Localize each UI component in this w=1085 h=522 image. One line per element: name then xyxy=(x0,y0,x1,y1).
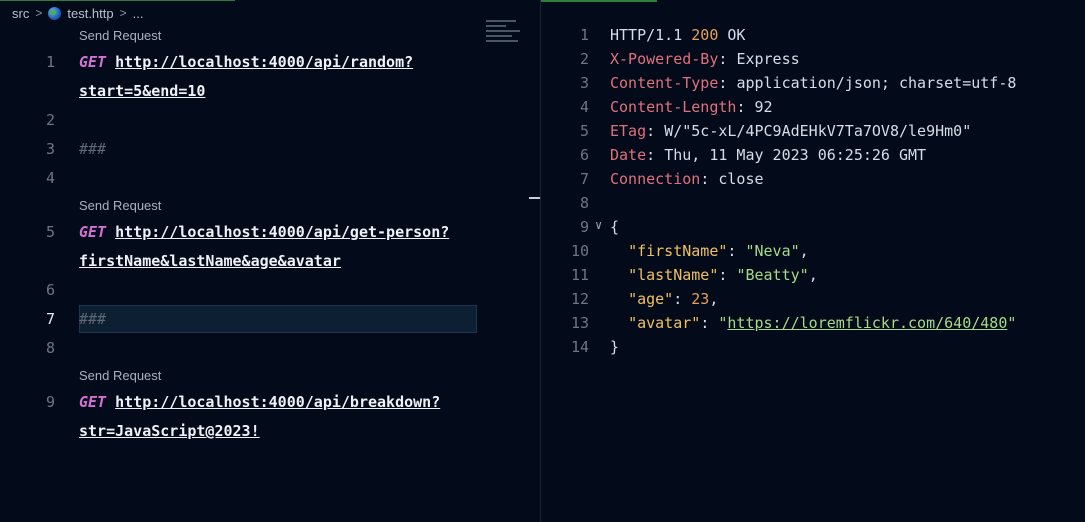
request-line: GET http://localhost:4000/api/random? xyxy=(79,53,413,71)
send-request-link[interactable]: Send Request xyxy=(79,28,161,43)
send-request-link[interactable]: Send Request xyxy=(79,198,161,213)
request-url-query[interactable]: start=5&end=10 xyxy=(79,82,205,100)
line-number: 4 xyxy=(45,169,55,187)
line-number: 1 xyxy=(579,26,589,44)
line-number: 6 xyxy=(579,146,589,164)
line-number-active: 7 xyxy=(45,310,55,328)
request-separator[interactable]: ### xyxy=(79,310,106,328)
json-comma: , xyxy=(808,266,818,284)
json-key: "age" xyxy=(628,290,674,308)
chevron-right-icon: > xyxy=(119,6,127,20)
header-key: Date xyxy=(610,146,647,164)
request-line: GET http://localhost:4000/api/get-person… xyxy=(79,223,449,241)
json-value: 23 xyxy=(691,290,710,308)
http-file-icon xyxy=(48,6,62,20)
header-line: Connection: close xyxy=(610,170,764,188)
line-number: 10 xyxy=(570,242,589,260)
json-field: "firstName": "Neva", xyxy=(628,242,809,260)
http-method: GET xyxy=(79,223,107,241)
line-number: 9 xyxy=(45,393,55,411)
json-comma: , xyxy=(709,290,719,308)
header-value: Express xyxy=(736,50,800,68)
json-field: "avatar": "https://loremflickr.com/640/4… xyxy=(628,314,1017,332)
header-line: X-Powered-By: Express xyxy=(610,50,800,68)
response-tab-indicator xyxy=(541,0,657,2)
json-close-brace: } xyxy=(610,338,620,356)
header-value: W/"5c-xL/4PC9AdEHkV7Ta7OV8/le9Hm0" xyxy=(664,122,972,140)
line-number: 8 xyxy=(45,339,55,357)
header-value: 92 xyxy=(754,98,773,116)
header-value: close xyxy=(718,170,764,188)
json-field: "lastName": "Beatty", xyxy=(628,266,818,284)
http-method: GET xyxy=(79,53,107,71)
request-url-query[interactable]: firstName&lastName&age&avatar xyxy=(79,252,341,270)
json-key: "avatar" xyxy=(628,314,701,332)
line-number: 9 xyxy=(579,218,589,236)
line-number: 5 xyxy=(579,122,589,140)
json-comma: , xyxy=(799,242,809,260)
avatar-link[interactable]: https://loremflickr.com/640/480 xyxy=(727,314,1007,332)
line-number: 2 xyxy=(579,50,589,68)
request-url[interactable]: http://localhost:4000/api/breakdown? xyxy=(115,393,440,411)
header-key: ETag xyxy=(610,122,647,140)
line-number: 8 xyxy=(579,194,589,212)
line-number: 7 xyxy=(579,170,589,188)
line-number: 1 xyxy=(45,53,55,71)
request-line-continued: start=5&end=10 xyxy=(79,82,205,100)
line-number: 4 xyxy=(579,98,589,116)
status-code: 200 xyxy=(691,26,719,44)
header-line: Content-Length: 92 xyxy=(610,98,773,116)
active-tab-indicator xyxy=(0,0,235,1)
header-key: Connection xyxy=(610,170,701,188)
status-line: HTTP/1.1 200 OK xyxy=(610,26,745,44)
breadcrumb: src > test.http > ... xyxy=(12,4,143,22)
breadcrumb-more[interactable]: ... xyxy=(133,6,144,21)
header-key: Content-Length xyxy=(610,98,737,116)
line-number: 6 xyxy=(45,281,55,299)
status-text: OK xyxy=(727,26,746,44)
line-number: 3 xyxy=(45,140,55,158)
request-url-query[interactable]: str=JavaScript@2023! xyxy=(79,422,260,440)
minimap[interactable] xyxy=(486,20,530,50)
line-number: 14 xyxy=(570,338,589,356)
json-value: "Neva" xyxy=(745,242,800,260)
json-field: "age": 23, xyxy=(628,290,719,308)
send-request-link[interactable]: Send Request xyxy=(79,368,161,383)
breadcrumb-folder[interactable]: src xyxy=(12,6,29,21)
json-key: "lastName" xyxy=(628,266,719,284)
header-line: ETag: W/"5c-xL/4PC9AdEHkV7Ta7OV8/le9Hm0" xyxy=(610,122,972,140)
line-number: 2 xyxy=(45,111,55,129)
http-method: GET xyxy=(79,393,107,411)
header-value: application/json; charset=utf-8 xyxy=(736,74,1017,92)
line-number: 13 xyxy=(570,314,589,332)
json-value: "Beatty" xyxy=(736,266,809,284)
request-line-continued: str=JavaScript@2023! xyxy=(79,422,260,440)
fold-chevron-icon[interactable]: ∨ xyxy=(595,218,602,232)
request-line: GET http://localhost:4000/api/breakdown? xyxy=(79,393,440,411)
json-key: "firstName" xyxy=(628,242,728,260)
line-number: 3 xyxy=(579,74,589,92)
chevron-right-icon: > xyxy=(35,6,43,20)
header-value: Thu, 11 May 2023 06:25:26 GMT xyxy=(664,146,927,164)
scroll-position-marker xyxy=(529,197,540,199)
header-key: X-Powered-By xyxy=(610,50,719,68)
request-line-continued: firstName&lastName&age&avatar xyxy=(79,252,341,270)
protocol: HTTP/1.1 xyxy=(610,26,683,44)
line-number: 5 xyxy=(45,223,55,241)
header-line: Date: Thu, 11 May 2023 06:25:26 GMT xyxy=(610,146,927,164)
json-open-brace: { xyxy=(610,218,620,236)
request-separator: ### xyxy=(79,140,107,158)
header-key: Content-Type xyxy=(610,74,719,92)
request-url[interactable]: http://localhost:4000/api/random? xyxy=(115,53,413,71)
current-line-highlight xyxy=(79,305,477,333)
breadcrumb-file[interactable]: test.http xyxy=(67,6,113,21)
request-url[interactable]: http://localhost:4000/api/get-person? xyxy=(115,223,449,241)
line-number: 11 xyxy=(570,266,589,284)
header-line: Content-Type: application/json; charset=… xyxy=(610,74,1017,92)
line-number: 12 xyxy=(570,290,589,308)
